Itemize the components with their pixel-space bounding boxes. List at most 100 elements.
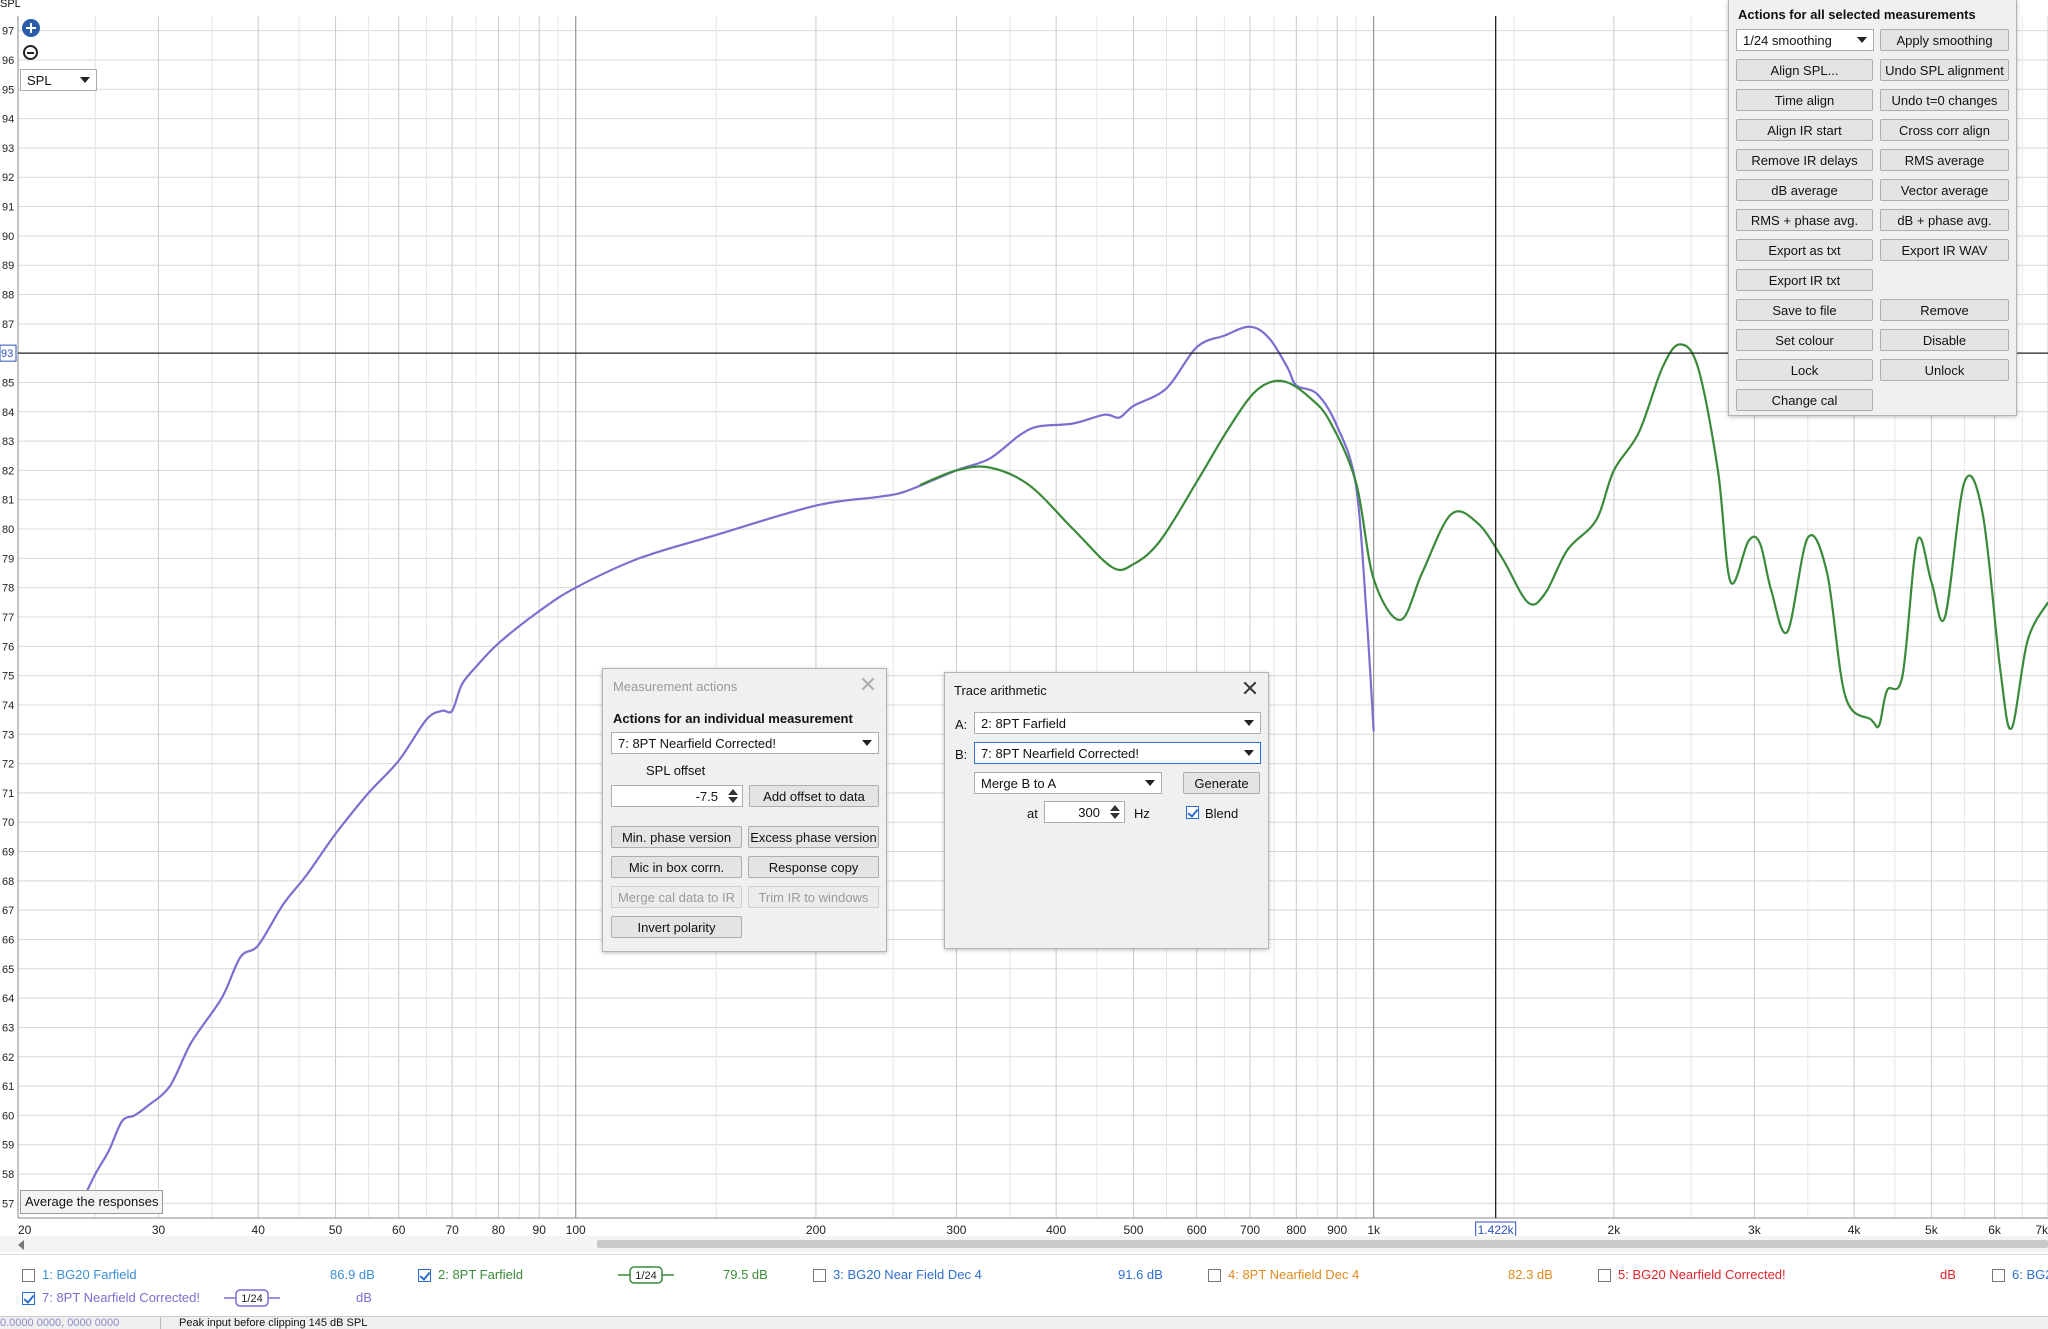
legend-item-name[interactable]: 1: BG20 Farfield [42,1267,137,1282]
measurement-select[interactable]: 7: 8PT Nearfield Corrected! [611,732,879,754]
response-copy-button[interactable]: Response copy [748,856,879,878]
rms-average-button[interactable]: RMS average [1880,149,2009,171]
vector-average-button[interactable]: Vector average [1880,179,2009,201]
undo-t-0-changes-button[interactable]: Undo t=0 changes [1880,89,2009,111]
x-tick-label: 20 [18,1223,32,1237]
rms-phase-avg-button[interactable]: RMS + phase avg. [1736,209,1873,231]
disable-button[interactable]: Disable [1880,329,2009,351]
legend-checkbox[interactable] [22,1292,35,1305]
y-tick-label: 81 [2,495,14,507]
db-average-button[interactable]: dB average [1736,179,1873,201]
scrollbar-thumb[interactable] [597,1240,2048,1248]
x-tick-label: 700 [1240,1223,1260,1237]
y-tick-label: 62 [2,1052,14,1064]
lock-button[interactable]: Lock [1736,359,1873,381]
y-tick-label: 84 [2,407,14,419]
undo-spl-alignment-button[interactable]: Undo SPL alignment [1880,59,2009,81]
y-tick-label: 80 [2,524,14,536]
db-phase-avg-button[interactable]: dB + phase avg. [1880,209,2009,231]
chevron-down-icon [1244,720,1254,726]
measurement-actions-title: Measurement actions [613,679,738,694]
time-align-button[interactable]: Time align [1736,89,1873,111]
set-colour-button[interactable]: Set colour [1736,329,1873,351]
add-offset-button[interactable]: Add offset to data [749,785,879,807]
y-tick-label: 94 [2,114,14,126]
zoom-out-icon[interactable] [23,45,38,60]
horizontal-scrollbar[interactable] [0,1236,2048,1252]
y-tick-label: 59 [2,1140,14,1152]
legend-checkbox[interactable] [813,1269,826,1282]
trace-a-select[interactable]: 2: 8PT Farfield [974,712,1261,734]
close-icon[interactable] [1242,680,1258,696]
align-spl-button[interactable]: Align SPL... [1736,59,1873,81]
all-actions-title: Actions for all selected measurements [1738,7,1976,22]
cursor-y-label: 93 [1,348,13,360]
spinner-arrows-icon[interactable] [1110,804,1120,820]
smoothing-select[interactable]: 1/24 smoothing [1736,29,1874,51]
x-tick-label: 5k [1925,1223,1939,1237]
legend-checkbox[interactable] [1598,1269,1611,1282]
export-ir-wav-button[interactable]: Export IR WAV [1880,239,2009,261]
legend-item-value: dB [1940,1267,1956,1282]
status-coordinates: 0.0000 0000, 0000 0000 [0,1317,120,1329]
trim-ir-button[interactable]: Trim IR to windows [748,886,879,908]
y-tick-label: 90 [2,231,14,243]
y-tick-label: 96 [2,55,14,67]
excess-phase-button[interactable]: Excess phase version [748,826,879,848]
operation-select[interactable]: Merge B to A [974,772,1162,794]
export-as-txt-button[interactable]: Export as txt [1736,239,1873,261]
x-tick-label: 300 [946,1223,966,1237]
smoothing-badge-icon: 1/24 [224,1289,280,1307]
scroll-left-icon[interactable] [18,1240,24,1250]
legend-item-name[interactable]: 7: 8PT Nearfield Corrected! [42,1290,200,1305]
spl-offset-input[interactable]: -7.5 [611,785,743,807]
generate-button[interactable]: Generate [1183,772,1260,794]
spinner-arrows-icon[interactable] [728,788,738,804]
zoom-in-icon[interactable] [22,19,40,37]
y-tick-label: 91 [2,202,14,214]
change-cal-button[interactable]: Change cal [1736,389,1873,411]
trace-b-select[interactable]: 7: 8PT Nearfield Corrected! [974,742,1261,764]
merge-frequency-input[interactable]: 300 [1044,801,1125,823]
legend-item-name[interactable]: 3: BG20 Near Field Dec 4 [833,1267,982,1282]
merge-cal-button[interactable]: Merge cal data to IR [611,886,742,908]
legend-checkbox[interactable] [1992,1269,2005,1282]
x-tick-label: 400 [1046,1223,1066,1237]
chevron-down-icon [1244,750,1254,756]
blend-checkbox[interactable] [1186,806,1199,819]
y-tick-label: 73 [2,729,14,741]
legend-item-value: 91.6 dB [1118,1267,1163,1282]
smoothing-badge-label: 1/24 [241,1293,262,1305]
x-tick-label: 4k [1848,1223,1862,1237]
remove-button[interactable]: Remove [1880,299,2009,321]
close-icon[interactable] [860,676,876,692]
y-tick-label: 89 [2,260,14,272]
chevron-down-icon [862,740,872,746]
x-tick-label: 90 [533,1223,547,1237]
legend-checkbox[interactable] [1208,1269,1221,1282]
all-measurements-actions-panel: Actions for all selected measurements 1/… [1728,0,2017,416]
apply-smoothing-button[interactable]: Apply smoothing [1880,29,2009,51]
graph-mode-select[interactable]: SPL [20,69,97,91]
operation-value: Merge B to A [981,775,1057,791]
trace-b-value: 7: 8PT Nearfield Corrected! [981,745,1139,761]
measurement-select-value: 7: 8PT Nearfield Corrected! [618,735,776,751]
min-phase-button[interactable]: Min. phase version [611,826,742,848]
legend-checkbox[interactable] [22,1269,35,1282]
x-tick-label: 80 [492,1223,506,1237]
cross-corr-align-button[interactable]: Cross corr align [1880,119,2009,141]
invert-polarity-button[interactable]: Invert polarity [611,916,742,938]
legend-item-name[interactable]: 4: 8PT Nearfield Dec 4 [1228,1267,1359,1282]
legend-item-name[interactable]: 6: BG2 [2012,1267,2048,1282]
blend-label: Blend [1205,806,1239,821]
export-ir-txt-button[interactable]: Export IR txt [1736,269,1873,291]
x-tick-label: 70 [445,1223,459,1237]
legend-item-name[interactable]: 2: 8PT Farfield [438,1267,523,1282]
align-ir-start-button[interactable]: Align IR start [1736,119,1873,141]
legend-checkbox[interactable] [418,1269,431,1282]
legend-item-name[interactable]: 5: BG20 Nearfield Corrected! [1618,1267,1786,1282]
remove-ir-delays-button[interactable]: Remove IR delays [1736,149,1873,171]
save-to-file-button[interactable]: Save to file [1736,299,1873,321]
mic-in-box-button[interactable]: Mic in box corrn. [611,856,742,878]
unlock-button[interactable]: Unlock [1880,359,2009,381]
